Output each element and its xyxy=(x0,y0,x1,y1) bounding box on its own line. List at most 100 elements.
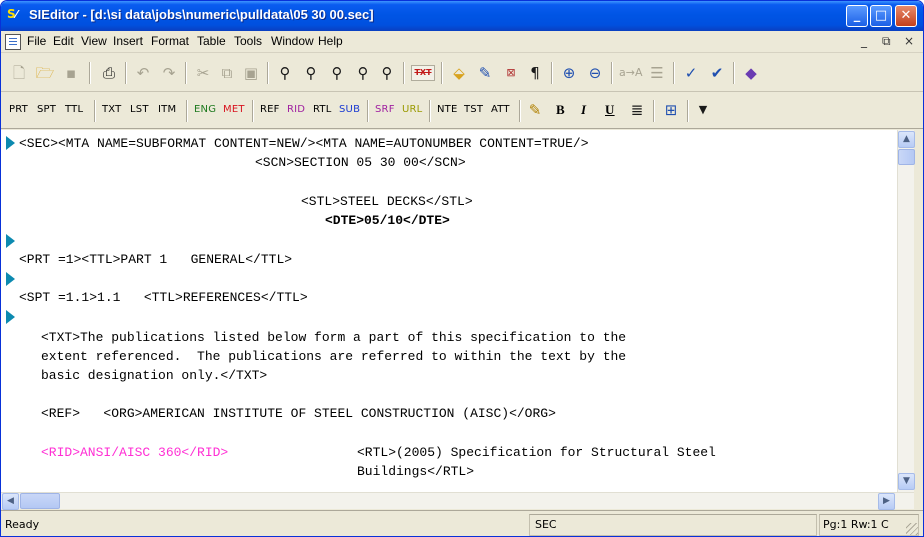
tag-button-spt[interactable]: SPT xyxy=(37,104,56,115)
tag-button-url[interactable]: URL xyxy=(402,104,422,115)
horizontal-scrollbar[interactable]: ◀ ▶ xyxy=(1,492,914,510)
menu-window[interactable]: Window xyxy=(271,34,314,48)
menu-tools[interactable]: Tools xyxy=(234,34,262,48)
tag-button-rid[interactable]: RID xyxy=(287,104,305,115)
menu-help[interactable]: Help xyxy=(318,34,343,48)
align-icon[interactable]: ☰ xyxy=(647,63,667,83)
editor-line[interactable]: <DTE>05/10</DTE> xyxy=(325,213,450,228)
editor-line[interactable]: basic designation only.</TXT> xyxy=(41,368,267,383)
section-marker-icon[interactable] xyxy=(6,136,15,150)
font-size-icon[interactable]: a→A xyxy=(619,63,642,83)
scroll-right-icon[interactable]: ▶ xyxy=(878,493,895,510)
tag-button-srf[interactable]: SRF xyxy=(375,104,395,115)
sieditor-app-icon[interactable]: S⁄ xyxy=(7,7,25,25)
find-icon[interactable]: ⚲ xyxy=(275,63,295,83)
find-tag-icon[interactable]: ⚲ xyxy=(353,63,373,83)
pilcrow-icon[interactable]: ¶ xyxy=(525,63,545,83)
paste-icon[interactable]: ▣ xyxy=(241,63,261,83)
menu-table[interactable]: Table xyxy=(197,34,226,48)
editor-area[interactable]: <SEC><MTA NAME=SUBFORMAT CONTENT=NEW/><M… xyxy=(19,130,897,492)
txt-icon[interactable]: TXT xyxy=(411,65,435,81)
menu-file[interactable]: File xyxy=(27,34,46,48)
tag-edit-icon[interactable]: ✎ xyxy=(475,63,495,83)
text-marker-icon[interactable] xyxy=(6,310,15,324)
toolbar-separator xyxy=(186,100,188,122)
italic-button[interactable]: I xyxy=(581,102,586,118)
menu-insert[interactable]: Insert xyxy=(113,34,143,48)
editor-line[interactable]: <RID>ANSI/AISC 360</RID> xyxy=(41,445,228,460)
settings-icon[interactable]: ◆ xyxy=(741,63,761,83)
menu-bar: File Edit View Insert Format Table Tools… xyxy=(1,31,923,53)
part-marker-icon[interactable] xyxy=(6,234,15,248)
title-bar[interactable]: S⁄ SIEditor - [d:\si data\jobs\numeric\p… xyxy=(1,1,923,31)
tag-button-ref[interactable]: REF xyxy=(260,104,280,115)
table-icon[interactable]: ⊞ xyxy=(661,100,681,120)
check-icon[interactable]: ✔ xyxy=(707,63,727,83)
horizontal-scroll-thumb[interactable] xyxy=(20,493,60,509)
editor-line[interactable]: <STL>STEEL DECKS</STL> xyxy=(301,194,473,209)
tag-button-tst[interactable]: TST xyxy=(464,104,483,115)
minimize-button[interactable]: _ xyxy=(846,5,868,27)
redo-icon[interactable]: ↷ xyxy=(159,63,179,83)
mdi-close-button[interactable]: × xyxy=(904,34,914,48)
cut-icon[interactable]: ✂ xyxy=(193,63,213,83)
tag-button-prt[interactable]: PRT xyxy=(9,104,28,115)
tag-button-lst[interactable]: LST xyxy=(130,104,149,115)
editor-line[interactable]: <TXT>The publications listed below form … xyxy=(41,330,626,345)
scroll-left-icon[interactable]: ◀ xyxy=(2,493,19,510)
editor-line[interactable]: <REF> <ORG>AMERICAN INSTITUTE OF STEEL C… xyxy=(41,406,556,421)
editor-line[interactable]: <RTL>(2005) Specification for Structural… xyxy=(357,445,716,460)
find-tag-next-icon[interactable]: ⚲ xyxy=(377,63,397,83)
tag-button-itm[interactable]: ITM xyxy=(158,104,176,115)
replace-icon[interactable]: ⚲ xyxy=(327,63,347,83)
txt-split-icon[interactable]: ⊠ xyxy=(501,63,521,83)
maximize-button[interactable]: □ xyxy=(870,5,892,27)
editor-line[interactable]: Buildings</RTL> xyxy=(357,464,474,479)
menu-edit[interactable]: Edit xyxy=(53,34,74,48)
subpart-marker-icon[interactable] xyxy=(6,272,15,286)
zoom-out-icon[interactable]: ⊖ xyxy=(585,63,605,83)
new-icon[interactable]: 🗋 xyxy=(9,63,29,83)
mdi-minimize-button[interactable]: _ xyxy=(861,34,867,48)
scroll-up-icon[interactable]: ▲ xyxy=(898,131,915,148)
tag-button-ttl[interactable]: TTL xyxy=(65,104,83,115)
tag-button-txt[interactable]: TXT xyxy=(102,104,122,115)
tag-button-sub[interactable]: SUB xyxy=(339,104,360,115)
justify-icon[interactable]: ≣ xyxy=(627,100,647,120)
bold-button[interactable]: B xyxy=(556,102,565,118)
editor-line[interactable]: <PRT =1><TTL>PART 1 GENERAL</TTL> xyxy=(19,252,292,267)
scroll-down-icon[interactable]: ▼ xyxy=(898,473,915,490)
zoom-in-icon[interactable]: ⊕ xyxy=(559,63,579,83)
tag-button-att[interactable]: ATT xyxy=(491,104,510,115)
document-icon[interactable] xyxy=(5,34,21,50)
status-position: Pg:1 Rw:1 C xyxy=(823,518,889,531)
editor-line[interactable]: <SEC><MTA NAME=SUBFORMAT CONTENT=NEW/><M… xyxy=(19,136,589,151)
dropdown-arrow-icon[interactable]: ▼ xyxy=(693,100,713,120)
menu-view[interactable]: View xyxy=(81,34,107,48)
mdi-restore-button[interactable]: ⧉ xyxy=(882,34,891,49)
tag-button-nte[interactable]: NTE xyxy=(437,104,458,115)
vertical-scrollbar[interactable]: ▲ ▼ xyxy=(897,130,915,492)
save-icon[interactable]: ▪ xyxy=(61,63,81,83)
editor-line[interactable]: <SCN>SECTION 05 30 00</SCN> xyxy=(255,155,466,170)
undo-icon[interactable]: ↶ xyxy=(133,63,153,83)
tag-button-met[interactable]: MET xyxy=(223,104,245,115)
spellcheck-icon[interactable]: ✓ xyxy=(681,63,701,83)
tag-button-eng[interactable]: ENG xyxy=(194,104,216,115)
close-button[interactable]: ✕ xyxy=(895,5,917,27)
editor-line[interactable]: extent referenced. The publications are … xyxy=(41,349,626,364)
print-icon[interactable]: ⎙ xyxy=(99,63,119,83)
highlighter-icon[interactable]: ✎ xyxy=(525,100,545,120)
toolbar-separator xyxy=(673,62,675,84)
resize-grip-icon[interactable] xyxy=(906,523,918,535)
open-icon[interactable]: 🗁 xyxy=(35,63,55,83)
tag-button-rtl[interactable]: RTL xyxy=(313,104,332,115)
find-next-icon[interactable]: ⚲ xyxy=(301,63,321,83)
tag-icon[interactable]: ⬙ xyxy=(449,63,469,83)
menu-format[interactable]: Format xyxy=(151,34,189,48)
vertical-scroll-thumb[interactable] xyxy=(898,149,915,165)
toolbar-separator xyxy=(687,100,689,122)
copy-icon[interactable]: ⧉ xyxy=(217,63,237,83)
editor-line[interactable]: <SPT =1.1>1.1 <TTL>REFERENCES</TTL> xyxy=(19,290,308,305)
underline-button[interactable]: U xyxy=(605,102,615,118)
